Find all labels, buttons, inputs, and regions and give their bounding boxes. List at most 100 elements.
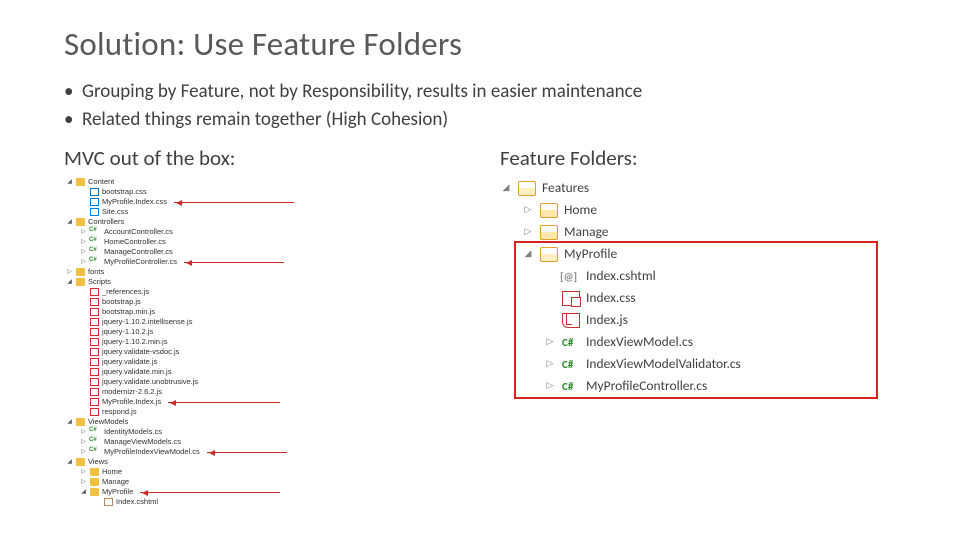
folder-icon (540, 203, 558, 218)
file-label: MyProfile.Index.js (102, 398, 161, 407)
caret-icon (66, 279, 73, 286)
tree-file: jquery-1.10.2.intellisense.js (80, 317, 324, 327)
arrow-highlight-icon (168, 402, 280, 403)
right-column: Feature Folders: Features Home (500, 145, 896, 507)
file-label: jquery-1.10.2.min.js (102, 338, 167, 347)
tree-folder: MyProfile (80, 487, 324, 497)
node-label: Views (88, 458, 108, 467)
js-file-icon (90, 348, 99, 356)
bullet-2: • Related things remain together (High C… (64, 106, 896, 134)
tree-file: MyProfileController.cs (80, 257, 324, 267)
css-file-icon (562, 291, 580, 306)
file-label: jquery.validate.min.js (102, 368, 171, 377)
tree-file: bootstrap.min.js (80, 307, 324, 317)
file-label: Index.css (586, 288, 636, 309)
tree-node-fonts: fonts (66, 267, 324, 277)
tree-file: MyProfileController.cs (544, 375, 886, 397)
file-label: HomeController.cs (104, 238, 166, 247)
folder-icon (76, 178, 85, 186)
js-file-icon (562, 313, 580, 328)
file-label: MyProfileController.cs (586, 376, 707, 397)
tree-file: Index.cshtml (94, 497, 324, 507)
caret-icon (80, 479, 87, 486)
js-file-icon (90, 378, 99, 386)
caret-icon (522, 247, 534, 261)
tree-file: bootstrap.css (80, 187, 324, 197)
caret-icon (80, 449, 87, 456)
folder-icon (90, 468, 99, 476)
folder-label: Manage (102, 478, 129, 487)
cs-file-icon (90, 258, 101, 266)
node-label: fonts (88, 268, 104, 277)
cs-file-icon (90, 448, 101, 456)
js-file-icon (90, 338, 99, 346)
tree-file: MyProfile.Index.css (80, 197, 324, 207)
node-label: Scripts (88, 278, 111, 287)
caret-icon (66, 179, 73, 186)
js-file-icon (90, 398, 99, 406)
tree-file: jquery.validate.js (80, 357, 324, 367)
file-label: respond.js (102, 408, 137, 417)
file-label: jquery-1.10.2.intellisense.js (102, 318, 192, 327)
tree-file: ManageController.cs (80, 247, 324, 257)
tree-file: Index.cshtml (544, 265, 886, 287)
css-file-icon (90, 208, 99, 216)
bullet-1: • Grouping by Feature, not by Responsibi… (64, 78, 896, 106)
file-label: modernizr-2.6.2.js (102, 388, 162, 397)
tree-node-home: Home (522, 199, 886, 221)
caret-icon (522, 225, 534, 239)
bullet-dot-icon: • (64, 78, 74, 106)
js-file-icon (90, 368, 99, 376)
bullet-1-text: Grouping by Feature, not by Responsibili… (82, 78, 642, 106)
file-label: _references.js (102, 288, 149, 297)
node-label: Controllers (88, 218, 124, 227)
tree-file: IndexViewModelValidator.cs (544, 353, 886, 375)
caret-icon (522, 203, 534, 217)
file-label: ManageViewModels.cs (104, 438, 181, 447)
caret-icon (66, 459, 73, 466)
caret-icon (80, 249, 87, 256)
file-label: bootstrap.min.js (102, 308, 155, 317)
caret-icon (80, 489, 87, 496)
tree-file: respond.js (80, 407, 324, 417)
folder-icon (76, 218, 85, 226)
file-label: IndexViewModelValidator.cs (586, 354, 741, 375)
js-file-icon (90, 288, 99, 296)
caret-icon (66, 219, 73, 226)
file-label: Index.js (586, 310, 628, 331)
arrow-highlight-icon (140, 492, 280, 493)
file-label: AccountController.cs (104, 228, 173, 237)
file-label: IndexViewModel.cs (586, 332, 693, 353)
folder-icon (76, 278, 85, 286)
file-label: jquery.validate.js (102, 358, 157, 367)
tree-node-views: Views (66, 457, 324, 467)
js-file-icon (90, 388, 99, 396)
tree-folder: Manage (80, 477, 324, 487)
tree-file: AccountController.cs (80, 227, 324, 237)
tree-file: IdentityModels.cs (80, 427, 324, 437)
node-label: Home (564, 200, 597, 221)
tree-file: MyProfileIndexViewModel.cs (80, 447, 324, 457)
js-file-icon (90, 318, 99, 326)
cs-file-icon (562, 335, 580, 350)
bullet-2-text: Related things remain together (High Coh… (82, 106, 448, 134)
tree-file: Index.js (544, 309, 886, 331)
file-label: MyProfile.Index.css (102, 198, 167, 207)
tree-node-scripts: Scripts (66, 277, 324, 287)
caret-icon (80, 259, 87, 266)
caret-icon (544, 379, 556, 393)
mvc-tree: Content bootstrap.css MyProfile.Index.cs… (64, 177, 324, 507)
tree-file: bootstrap.js (80, 297, 324, 307)
js-file-icon (90, 308, 99, 316)
feature-tree: Features Home Manage (500, 177, 896, 397)
file-label: bootstrap.css (102, 188, 147, 197)
file-label: MyProfileIndexViewModel.cs (104, 448, 200, 457)
tree-file: jquery-1.10.2.js (80, 327, 324, 337)
folder-icon (76, 418, 85, 426)
tree-file: Index.css (544, 287, 886, 309)
caret-icon (80, 229, 87, 236)
tree-file: jquery-1.10.2.min.js (80, 337, 324, 347)
arrow-highlight-icon (174, 202, 294, 203)
file-label: jquery.validate-vsdoc.js (102, 348, 179, 357)
tree-node-manage: Manage (522, 221, 886, 243)
